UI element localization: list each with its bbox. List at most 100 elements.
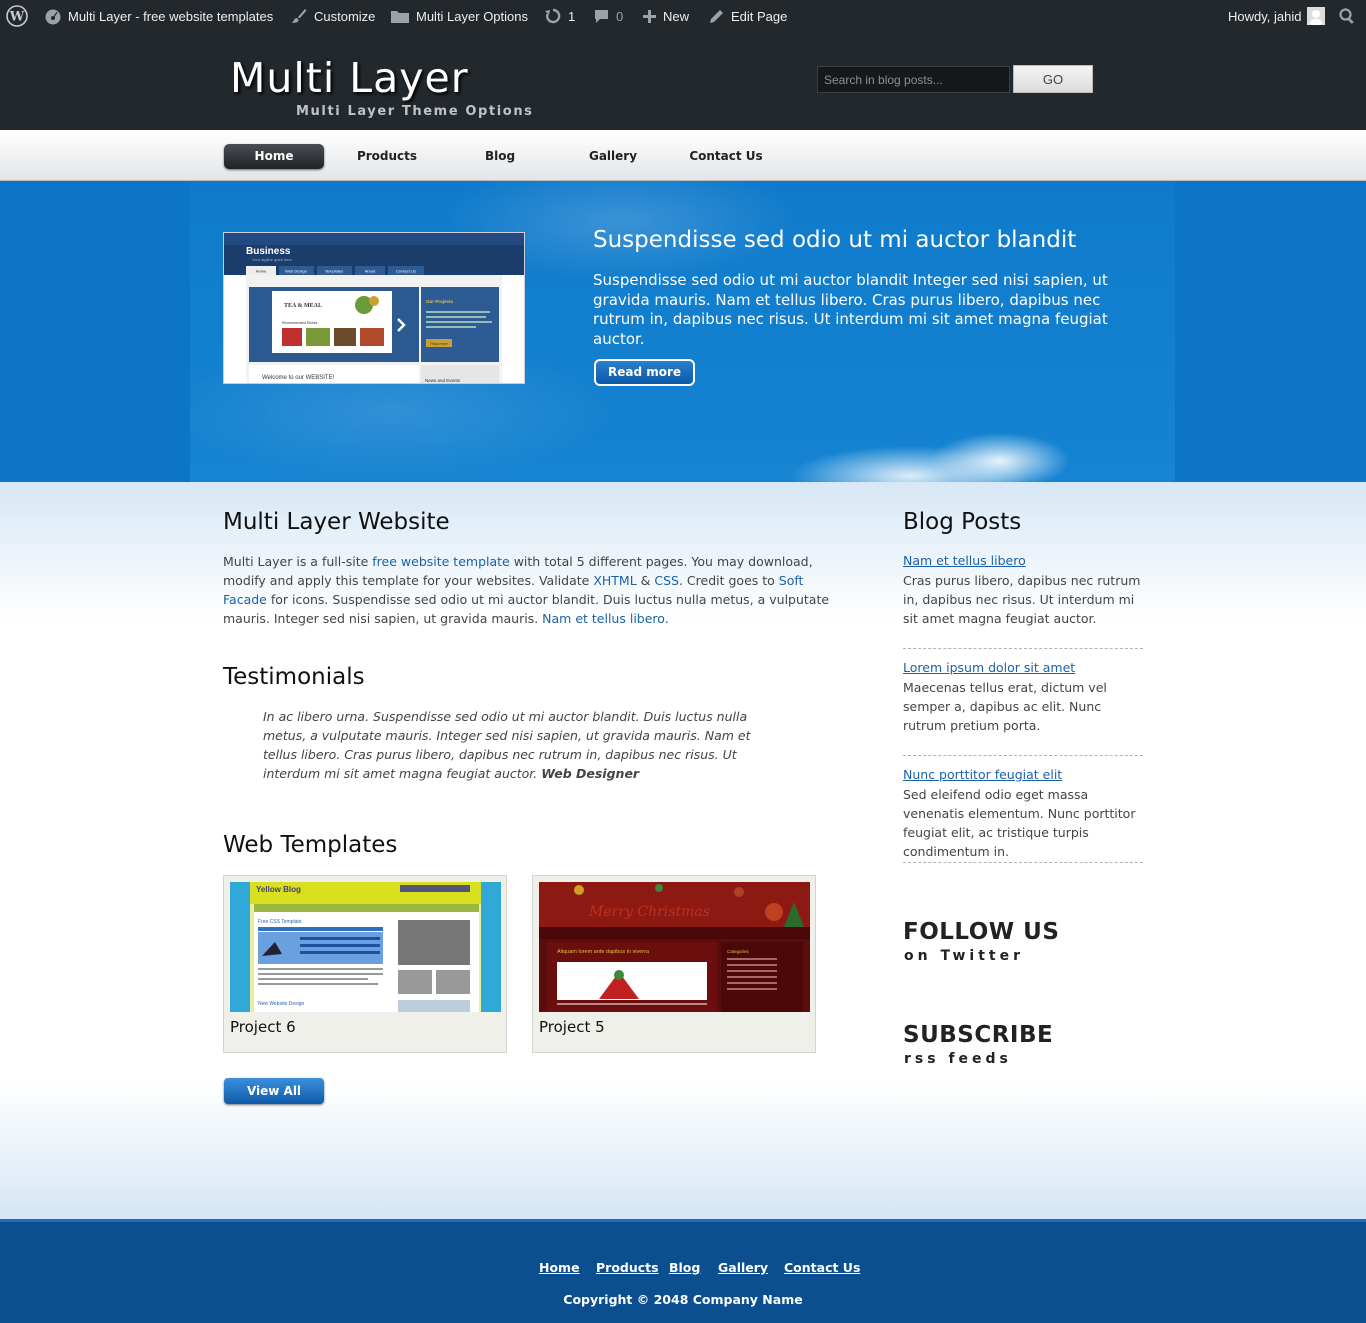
updates-link[interactable]: 1 <box>544 0 575 32</box>
about-paragraph: Multi Layer is a full-site free website … <box>223 554 830 626</box>
site-title[interactable]: Multi Layer <box>230 54 469 102</box>
search-go-button[interactable]: GO <box>1013 65 1093 93</box>
brush-icon <box>292 9 307 23</box>
hero-banner: Business Your tagline goes here Home Web… <box>0 181 1366 482</box>
project-6-caption[interactable]: Project 6 <box>230 1018 296 1036</box>
copyright-text: Copyright © 2048 Company Name <box>563 1292 803 1307</box>
updates-count: 1 <box>568 8 576 24</box>
xhtml-link[interactable]: XHTML <box>593 573 636 588</box>
project-6-thumb-sub2: New Website Design <box>258 1001 305 1007</box>
main-content: Multi Layer Website Multi Layer is a ful… <box>0 482 1366 1219</box>
blog-posts-title: Blog Posts <box>903 509 1022 535</box>
preview-news: News and Events <box>425 378 461 383</box>
site-name-link[interactable]: Multi Layer - free website templates <box>44 0 273 32</box>
follow-us-subtitle[interactable]: on Twitter <box>904 948 1024 964</box>
footer-link-blog[interactable]: Blog <box>669 1260 700 1275</box>
read-more-button[interactable]: Read more <box>594 359 695 386</box>
footer-link-products[interactable]: Products <box>596 1260 659 1275</box>
hero-template-preview[interactable]: Business Your tagline goes here Home Web… <box>223 232 525 384</box>
blog-post-link[interactable]: Nam et tellus libero <box>903 553 1026 568</box>
project-5-thumb-sub2: Categories <box>727 949 750 954</box>
preview-tab-label: Contact Us <box>396 269 416 274</box>
new-label: New <box>663 8 690 24</box>
nav-contact-us[interactable]: Contact Us <box>676 144 776 169</box>
howdy-label: Howdy, jahid <box>1228 8 1302 24</box>
preview-projects-title: Our Projects <box>426 299 454 304</box>
nav-products[interactable]: Products <box>337 144 437 169</box>
project-5-caption[interactable]: Project 5 <box>539 1018 605 1036</box>
blog-post-link[interactable]: Lorem ipsum dolor sit amet <box>903 660 1075 675</box>
footer-link-home[interactable]: Home <box>539 1260 580 1275</box>
follow-us-title[interactable]: FOLLOW US <box>903 919 1059 945</box>
nav-gallery[interactable]: Gallery <box>563 144 663 169</box>
customize-label: Customize <box>314 8 376 24</box>
footer-link-contact-us[interactable]: Contact Us <box>784 1260 860 1275</box>
preview-slide-title: TEA & MEAL <box>284 303 322 309</box>
tellus-libero-link[interactable]: Nam et tellus libero <box>542 611 665 626</box>
svg-text:W: W <box>9 10 25 25</box>
post-divider <box>903 862 1143 863</box>
preview-tab-label: Templates <box>325 269 343 274</box>
view-all-button[interactable]: View All <box>224 1078 324 1104</box>
web-templates-title: Web Templates <box>223 832 398 858</box>
theme-options-link[interactable]: Multi Layer Options <box>390 0 528 32</box>
blog-post-link[interactable]: Nunc porttitor feugiat elit <box>903 767 1062 782</box>
project-6-thumbnail[interactable]: Yellow Blog Free CSS Template New Websit… <box>230 882 501 1012</box>
project-5-thumb-sub: Aliquam lorem ante dapibus in viverra <box>557 949 650 955</box>
footer-link-gallery[interactable]: Gallery <box>718 1260 768 1275</box>
subscribe-subtitle[interactable]: rss feeds <box>904 1051 1012 1067</box>
template-card-project-5[interactable]: Merry Christmas Aliquam lorem ante dapib… <box>532 875 816 1053</box>
post-divider <box>903 755 1143 756</box>
nav-blog[interactable]: Blog <box>450 144 550 169</box>
comments-link[interactable]: 0 <box>593 0 623 32</box>
avatar <box>1307 7 1326 25</box>
pencil-icon <box>710 9 723 23</box>
nav-home[interactable]: Home <box>224 144 324 169</box>
testimonial-quote: In ac libero urna. Suspendisse sed odio … <box>263 709 751 781</box>
preview-tab-label: About <box>365 269 376 274</box>
search-icon[interactable] <box>1338 0 1356 32</box>
blog-post-excerpt: Maecenas tellus erat, dictum vel semper … <box>903 680 1107 733</box>
blog-search-input[interactable] <box>817 66 1010 93</box>
testimonials-title: Testimonials <box>223 664 365 690</box>
testimonial-author: Web Designer <box>541 766 640 781</box>
template-card-project-6[interactable]: Yellow Blog Free CSS Template New Websit… <box>223 875 507 1053</box>
site-footer: Home Products Blog Gallery Contact Us Co… <box>0 1219 1366 1323</box>
updates-icon <box>545 8 561 24</box>
project-5-thumb-title: Merry Christmas <box>588 904 710 920</box>
wordpress-logo-icon[interactable]: W <box>6 0 28 32</box>
preview-read-more: Read more <box>430 342 447 346</box>
project-6-thumb-sub: Free CSS Template <box>258 919 302 925</box>
hero-title: Suspendisse sed odio ut mi auctor blandi… <box>593 227 1077 253</box>
preview-welcome: Welcome to our WEBSITE! <box>262 375 335 381</box>
customize-link[interactable]: Customize <box>290 0 375 32</box>
preview-tab-label: Home <box>256 269 267 274</box>
edit-page-label: Edit Page <box>731 8 788 24</box>
account-menu[interactable]: Howdy, jahid <box>1228 0 1326 32</box>
site-tagline: Multi Layer Theme Options <box>296 104 534 119</box>
blog-post-excerpt: Sed eleifend odio eget massa venenatis e… <box>903 787 1136 859</box>
preview-slogan: Your tagline goes here <box>252 257 293 262</box>
theme-options-label: Multi Layer Options <box>416 8 528 24</box>
preview-slide-caption: Recommended Dishes <box>282 321 318 325</box>
blog-post-excerpt: Cras purus libero, dapibus nec rutrum in… <box>903 573 1141 626</box>
subscribe-title[interactable]: SUBSCRIBE <box>903 1022 1053 1048</box>
comments-count: 0 <box>616 8 624 24</box>
hero-text: Suspendisse sed odio ut mi auctor blandi… <box>593 271 1108 348</box>
preview-tab-label: Web Design <box>285 269 307 274</box>
site-header: Multi Layer Multi Layer Theme Options GO <box>0 32 1366 130</box>
post-divider <box>903 648 1143 649</box>
comment-icon <box>595 9 608 23</box>
preview-brand: Business <box>246 246 291 257</box>
plus-icon <box>643 9 656 23</box>
project-5-thumbnail[interactable]: Merry Christmas Aliquam lorem ante dapib… <box>539 882 810 1012</box>
free-template-link[interactable]: free website template <box>372 554 509 569</box>
project-6-thumb-title: Yellow Blog <box>256 885 301 894</box>
dashboard-icon <box>45 9 61 25</box>
about-title: Multi Layer Website <box>223 509 450 535</box>
new-content-link[interactable]: New <box>642 0 689 32</box>
folder-icon <box>391 11 409 23</box>
css-link[interactable]: CSS <box>654 573 679 588</box>
edit-page-link[interactable]: Edit Page <box>708 0 787 32</box>
admin-bar: W Multi Layer - free website templates C… <box>0 0 1366 32</box>
